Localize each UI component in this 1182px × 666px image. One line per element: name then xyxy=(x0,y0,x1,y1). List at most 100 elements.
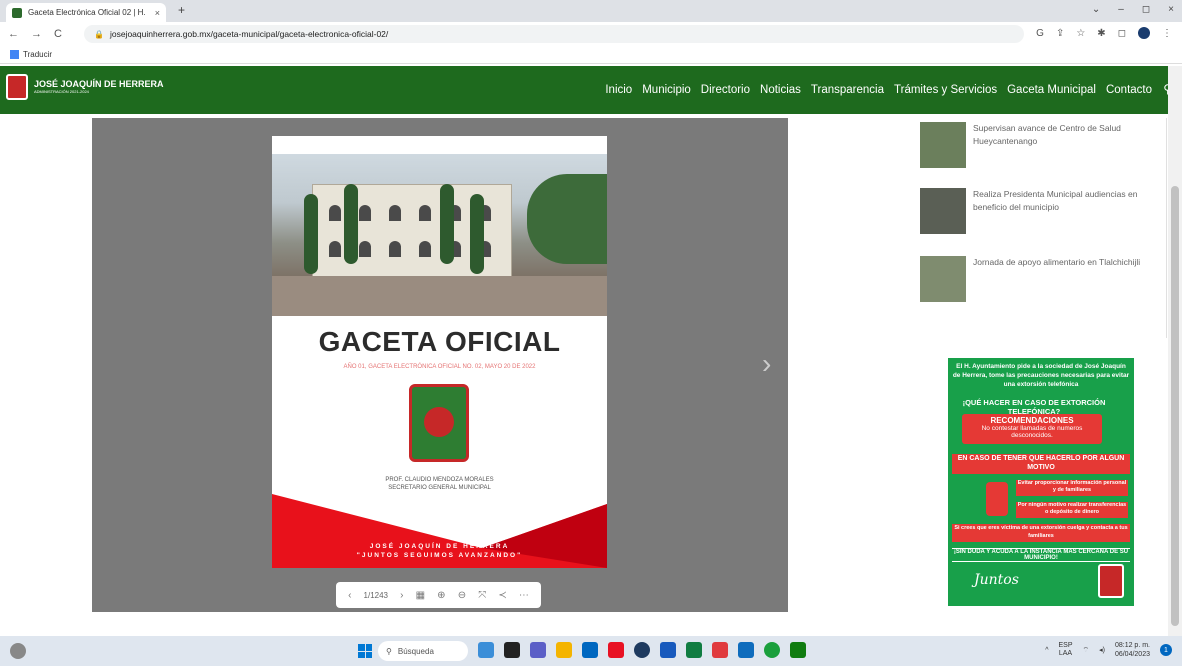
browser-toolbar-right: G ⇪ ☆ ✱ ◻ ⋮ xyxy=(1036,27,1172,39)
gaceta-title: GACETA OFICIAL xyxy=(318,326,561,357)
app-pocket-icon[interactable] xyxy=(608,642,624,658)
news-thumbnail[interactable] xyxy=(920,188,966,234)
news-thumbnail[interactable] xyxy=(920,122,966,168)
municipal-crest-icon xyxy=(409,384,469,462)
site-header: JOSÉ JOAQUÍN DE HERRERA ADMINISTRACIÓN 2… xyxy=(0,66,1182,114)
next-page-icon[interactable]: › xyxy=(400,590,403,601)
wifi-icon[interactable]: ⌔ xyxy=(1083,646,1090,655)
logo-name: JOSÉ JOAQUÍN DE HERRERA xyxy=(34,79,164,89)
start-button[interactable] xyxy=(358,644,372,658)
app-word-icon[interactable] xyxy=(660,642,676,658)
minimize-button[interactable]: – xyxy=(1118,4,1124,15)
language-indicator[interactable]: ESP LAA xyxy=(1058,642,1072,658)
crest-icon xyxy=(6,74,28,100)
menu-item-municipio[interactable]: Municipio xyxy=(642,84,691,96)
thumbnails-icon[interactable]: ▦ xyxy=(416,590,425,601)
scrollbar-thumb[interactable] xyxy=(1171,186,1179,626)
maximize-button[interactable]: ◻ xyxy=(1142,4,1150,15)
widgets-icon[interactable] xyxy=(10,643,26,659)
forward-icon[interactable]: → xyxy=(31,28,42,40)
menu-item-inicio[interactable]: Inicio xyxy=(605,84,632,96)
more-icon[interactable]: ⋯ xyxy=(519,590,529,601)
footer-municipality: JOSÉ JOAQUÍN DE HERRERA xyxy=(369,543,510,550)
phone-icon xyxy=(986,482,1008,516)
profile-avatar[interactable] xyxy=(1138,27,1150,39)
browser-tabstrip: Gaceta Electrónica Oficial 02 | H. × + ⌄… xyxy=(0,0,1182,22)
extensions-icon[interactable]: ✱ xyxy=(1097,28,1105,39)
taskbar-search[interactable]: ⚲ Búsqueda xyxy=(378,641,468,661)
menu-item-contacto[interactable]: Contacto xyxy=(1106,84,1152,96)
search-icon: ⚲ xyxy=(386,646,392,656)
sidebar-divider xyxy=(1166,118,1167,338)
menu-item-gaceta[interactable]: Gaceta Municipal xyxy=(1007,84,1096,96)
viewer-toolbar: ‹ 1/1243 › ▦ ⊕ ⊖ ⤧ ≺ ⋯ xyxy=(336,582,541,608)
new-tab-button[interactable]: + xyxy=(178,3,185,17)
translate-icon xyxy=(10,50,19,59)
window-controls: ⌄ – ◻ × xyxy=(1092,4,1174,15)
browser-tab[interactable]: Gaceta Electrónica Oficial 02 | H. × xyxy=(6,3,166,22)
share-icon[interactable]: ≺ xyxy=(498,590,506,601)
reload-icon[interactable]: C xyxy=(54,28,62,40)
page-indicator[interactable]: 1/1243 xyxy=(364,591,388,600)
recommendations-text: No contestar llamadas de numeros descono… xyxy=(981,425,1083,439)
page-scrollbar[interactable] xyxy=(1168,66,1182,636)
tray-chevron-icon[interactable]: ^ xyxy=(1045,647,1048,654)
tab-close-icon[interactable]: × xyxy=(155,8,160,18)
app-outlook-icon[interactable] xyxy=(738,642,754,658)
menu-item-transparencia[interactable]: Transparencia xyxy=(811,84,884,96)
tab-search-icon[interactable]: ⌄ xyxy=(1092,4,1100,15)
star-icon[interactable]: ☆ xyxy=(1076,28,1085,39)
lock-icon[interactable]: 🔒 xyxy=(94,30,104,39)
volume-icon[interactable]: ◂) xyxy=(1099,646,1105,654)
clock-date: 06/04/2023 xyxy=(1114,651,1150,658)
google-icon[interactable]: G xyxy=(1036,28,1044,39)
banner-final-note: ¡SIN DUDA Y ACUDA A LA INSTANCIA MAS CER… xyxy=(952,548,1130,562)
close-window-button[interactable]: × xyxy=(1168,4,1174,15)
juntos-logo: Juntos xyxy=(974,572,1019,588)
app-excel-icon[interactable] xyxy=(686,642,702,658)
share-icon[interactable]: ⇪ xyxy=(1056,28,1064,39)
cover-photo xyxy=(272,154,607,316)
zoom-out-icon[interactable]: ⊖ xyxy=(458,590,466,601)
url-text: josejoaquinherrera.gob.mx/gaceta-municip… xyxy=(109,29,389,39)
zoom-in-icon[interactable]: ⊕ xyxy=(437,590,445,601)
flipbook-viewer[interactable]: GACETA OFICIAL AÑO 01, GACETA ELECTRÓNIC… xyxy=(92,118,788,612)
sidepanel-icon[interactable]: ◻ xyxy=(1118,28,1126,39)
extortion-banner[interactable]: El H. Ayuntamiento pide a la sociedad de… xyxy=(948,358,1134,606)
app-chat-icon[interactable] xyxy=(530,642,546,658)
site-logo[interactable]: JOSÉ JOAQUÍN DE HERRERA ADMINISTRACIÓN 2… xyxy=(6,74,164,100)
back-icon[interactable]: ← xyxy=(8,28,19,40)
app-weather-icon[interactable] xyxy=(478,642,494,658)
main-menu: Inicio Municipio Directorio Noticias Tra… xyxy=(605,84,1152,96)
system-tray: ^ ESP LAA ⌔ ◂) 08:12 p. m. 06/04/2023 1 xyxy=(1045,641,1172,659)
menu-item-directorio[interactable]: Directorio xyxy=(701,84,750,96)
app-office-icon[interactable] xyxy=(712,642,728,658)
app-chrome-icon[interactable] xyxy=(764,642,780,658)
tip-2: Por ningún motivo realizar transferencia… xyxy=(1016,502,1128,518)
app-explorer-icon[interactable] xyxy=(556,642,572,658)
url-field[interactable]: 🔒 josejoaquinherrera.gob.mx/gaceta-munic… xyxy=(84,25,1024,43)
news-title[interactable]: Supervisan avance de Centro de Salud Hue… xyxy=(973,122,1153,148)
logo-subtitle: ADMINISTRACIÓN 2021-2024 xyxy=(34,89,89,94)
bookmark-translate[interactable]: Traducir xyxy=(23,50,52,59)
footer-slogan: "JUNTOS SEGUIMOS AVANZANDO" xyxy=(356,552,523,559)
app-dell-icon[interactable] xyxy=(634,642,650,658)
gaceta-subtitle: AÑO 01, GACETA ELECTRÓNICA OFICIAL NO. 0… xyxy=(343,364,536,370)
news-title[interactable]: Jornada de apoyo alimentario en Tlalchic… xyxy=(973,256,1153,269)
banner-crest-icon xyxy=(1098,564,1124,598)
clock[interactable]: 08:12 p. m. 06/04/2023 xyxy=(1115,641,1150,659)
app-store-icon[interactable] xyxy=(582,642,598,658)
app-taskview-icon[interactable] xyxy=(504,642,520,658)
case-heading: EN CASO DE TENER QUE HACERLO POR ALGUN M… xyxy=(952,454,1130,474)
news-thumbnail[interactable] xyxy=(920,256,966,302)
menu-item-noticias[interactable]: Noticias xyxy=(760,84,801,96)
menu-item-tramites[interactable]: Trámites y Servicios xyxy=(894,84,997,96)
notification-badge[interactable]: 1 xyxy=(1160,644,1172,656)
prev-page-icon[interactable]: ‹ xyxy=(348,590,351,601)
news-title[interactable]: Realiza Presidenta Municipal audiencias … xyxy=(973,188,1153,214)
fullscreen-icon[interactable]: ⤧ xyxy=(478,590,486,601)
site-favicon-icon xyxy=(12,7,22,18)
next-page-arrow-icon[interactable]: › xyxy=(762,348,771,380)
app-xbox-icon[interactable] xyxy=(790,642,806,658)
menu-icon[interactable]: ⋮ xyxy=(1162,28,1172,39)
